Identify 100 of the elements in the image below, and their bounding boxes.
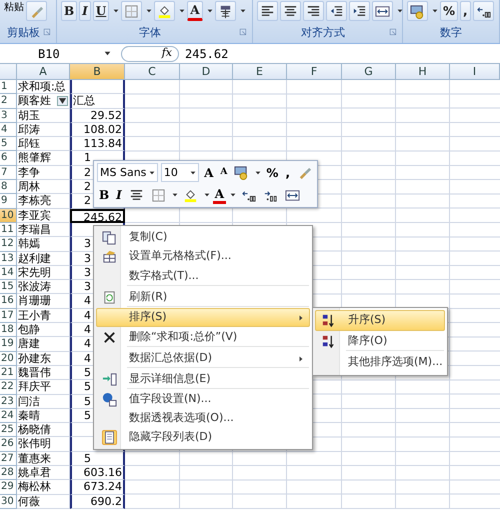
row-header[interactable]: 20 <box>0 352 17 366</box>
bold-button[interactable]: B <box>61 1 78 21</box>
menu-item[interactable]: 排序(S) <box>96 308 310 327</box>
name-box[interactable]: B10 <box>38 44 60 62</box>
dropdown-arrow-icon[interactable] <box>104 51 111 56</box>
currency-icon <box>234 165 250 180</box>
comma-style-button[interactable]: , <box>460 1 471 21</box>
menu-item[interactable]: 升序(S) <box>315 310 445 331</box>
row-header[interactable]: 5 <box>0 137 17 152</box>
align-center-button[interactable] <box>280 1 301 21</box>
dropdown-arrow-icon[interactable] <box>255 170 262 175</box>
table-cell: 唐建 <box>17 337 70 352</box>
merge-cells-icon <box>285 188 300 203</box>
align-left-button[interactable] <box>257 1 278 21</box>
table-cell: 603.16 <box>70 466 125 480</box>
phonetic-guide-button[interactable] <box>214 1 236 21</box>
column-header[interactable]: C <box>125 64 180 80</box>
increase-indent-button[interactable] <box>349 1 370 21</box>
row-header[interactable]: 7 <box>0 166 17 180</box>
column-header[interactable]: F <box>287 64 342 80</box>
dropdown-arrow-icon[interactable] <box>179 9 186 13</box>
row-header[interactable]: 26 <box>0 437 17 452</box>
refresh-icon <box>102 290 116 305</box>
dropdown-arrow-icon[interactable] <box>432 9 438 13</box>
font-name-field[interactable]: MS Sans <box>97 163 158 182</box>
row-header[interactable]: 2 <box>0 94 17 109</box>
italic-button[interactable]: I <box>79 1 91 21</box>
dropdown-arrow-icon[interactable] <box>397 9 403 13</box>
decrease-indent-button[interactable] <box>326 1 347 21</box>
row-header[interactable]: 27 <box>0 452 17 466</box>
row-header[interactable]: 29 <box>0 480 17 495</box>
dropdown-arrow-icon[interactable] <box>240 9 246 13</box>
row-header[interactable]: 17 <box>0 308 17 324</box>
font-size-field[interactable]: 10 <box>160 163 200 182</box>
underline-button[interactable]: U <box>92 1 110 21</box>
row-header[interactable]: 9 <box>0 194 17 209</box>
dropdown-arrow-icon[interactable] <box>230 193 236 198</box>
column-header[interactable]: A <box>17 64 70 80</box>
row-header[interactable]: 11 <box>0 222 17 238</box>
row-header[interactable]: 21 <box>0 366 17 380</box>
align-right-button[interactable] <box>303 1 324 21</box>
row-header[interactable]: 25 <box>0 423 17 438</box>
dropdown-arrow-icon[interactable] <box>172 193 178 198</box>
row-header[interactable]: 18 <box>0 323 17 338</box>
table-cell[interactable]: 245.62 <box>70 208 125 223</box>
align-right-icon <box>306 4 321 18</box>
comma-style-button[interactable]: , <box>283 164 292 182</box>
row-header[interactable]: 3 <box>0 108 17 123</box>
dialog-launcher-icon[interactable] <box>239 28 248 38</box>
increase-decimal-button[interactable] <box>472 1 494 21</box>
row-header[interactable]: 15 <box>0 280 17 294</box>
row-header[interactable]: 28 <box>0 466 17 480</box>
table-cell: 求和项:总 <box>17 80 70 94</box>
dropdown-arrow-icon[interactable] <box>206 9 213 13</box>
row-header[interactable]: 12 <box>0 237 17 252</box>
percent-style-button[interactable]: % <box>264 164 280 182</box>
row-header[interactable]: 6 <box>0 151 17 166</box>
column-header[interactable]: I <box>450 64 500 80</box>
dropdown-arrow-icon[interactable] <box>204 193 210 198</box>
row-header[interactable]: 16 <box>0 294 17 309</box>
insert-function-button[interactable]: fx <box>162 45 172 62</box>
dialog-launcher-icon[interactable] <box>389 28 398 38</box>
row-header[interactable]: 1 <box>0 80 17 94</box>
row-header[interactable]: 13 <box>0 252 17 266</box>
row-header[interactable]: 10 <box>0 208 17 223</box>
row-header[interactable]: 19 <box>0 337 17 352</box>
column-header[interactable]: D <box>180 64 233 80</box>
font-color-button[interactable]: A <box>187 1 203 21</box>
align-center-icon <box>128 188 144 203</box>
paste-label[interactable]: 粘贴 <box>4 0 24 15</box>
column-header[interactable]: G <box>342 64 396 80</box>
grow-font-button[interactable]: A <box>202 164 216 182</box>
shrink-font-button[interactable]: A <box>218 164 230 182</box>
table-cell: 29.52 <box>70 108 125 123</box>
merge-cells-button[interactable] <box>372 1 393 21</box>
row-header[interactable]: 23 <box>0 394 17 409</box>
table-cell: 李瑞昌 <box>17 222 70 238</box>
menu-item[interactable]: 隐藏字段列表(D) <box>96 428 310 447</box>
fill-color-button[interactable] <box>154 1 176 21</box>
currency-button[interactable] <box>407 1 428 21</box>
row-header[interactable]: 30 <box>0 494 17 509</box>
dialog-launcher-icon[interactable] <box>43 28 52 38</box>
font-color-button[interactable]: A <box>212 186 226 204</box>
row-header[interactable]: 22 <box>0 380 17 395</box>
row-header[interactable]: 4 <box>0 122 17 138</box>
column-header[interactable]: E <box>233 64 287 80</box>
column-header[interactable]: B <box>70 64 125 80</box>
row-header[interactable]: 24 <box>0 408 17 424</box>
dropdown-arrow-icon[interactable] <box>57 96 68 106</box>
decrease-indent-icon <box>329 4 344 18</box>
percent-style-button[interactable]: % <box>440 1 458 21</box>
table-cell: 赵利建 <box>17 252 70 266</box>
dropdown-arrow-icon[interactable] <box>113 9 120 13</box>
row-header[interactable]: 8 <box>0 180 17 194</box>
dropdown-arrow-icon[interactable] <box>146 9 152 13</box>
column-header[interactable]: H <box>396 64 450 80</box>
menu-item[interactable]: 其他排序选项(M)... <box>315 352 445 373</box>
row-header[interactable]: 14 <box>0 266 17 280</box>
table-cell: 梅松林 <box>17 480 70 495</box>
delete-icon <box>102 330 116 345</box>
